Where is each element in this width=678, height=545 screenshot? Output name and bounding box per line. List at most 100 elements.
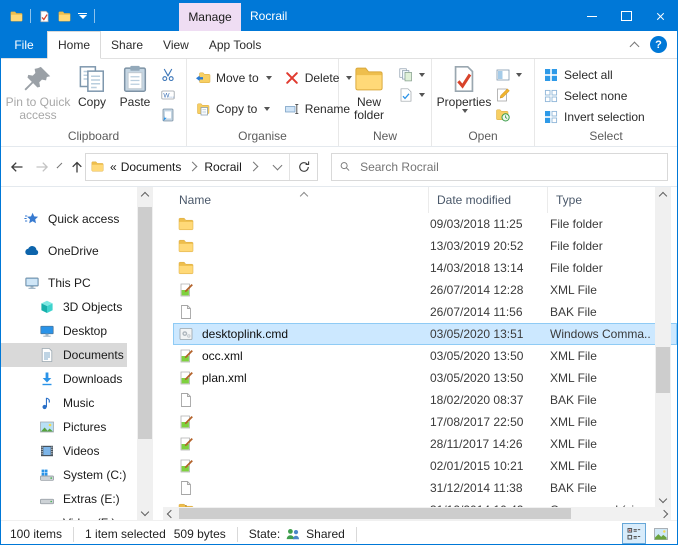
sidebar-item-label: System (C:) (63, 468, 126, 482)
sidebar-item[interactable]: Quick access (1, 207, 127, 231)
history-icon (495, 107, 511, 123)
file-row[interactable]: 26/07/2014 12:28 XML File (173, 279, 677, 301)
sidebar-item[interactable]: Music (1, 391, 127, 415)
scrollbar-thumb[interactable] (179, 508, 571, 519)
scrollbar-thumb[interactable] (138, 207, 152, 439)
open-button[interactable] (492, 65, 525, 84)
breadcrumb-separator-icon[interactable] (244, 163, 263, 170)
folder-icon[interactable] (58, 10, 71, 23)
history-button[interactable] (492, 105, 525, 124)
up-button[interactable] (69, 159, 85, 175)
customize-toolbar-icon[interactable] (78, 13, 87, 20)
maximize-button[interactable] (609, 1, 643, 31)
select-all-button[interactable]: Select all (539, 64, 617, 85)
column-header-name[interactable]: Name (153, 187, 429, 213)
file-icon (178, 260, 194, 276)
thumbnail-view-button[interactable] (649, 523, 673, 544)
minimize-ribbon-icon[interactable] (630, 41, 640, 51)
back-button[interactable] (9, 159, 25, 175)
invert-selection-button[interactable]: Invert selection (539, 106, 649, 127)
file-row[interactable]: 18/02/2020 08:37 BAK File (173, 389, 677, 411)
details-view-button[interactable] (622, 523, 646, 544)
scroll-right-icon[interactable] (656, 507, 671, 520)
list-horizontal-scrollbar[interactable] (163, 507, 671, 520)
select-none-button[interactable]: Select none (539, 85, 631, 106)
file-row[interactable]: 14/03/2018 13:14 File folder (173, 257, 677, 279)
breadcrumb-overflow[interactable]: « (108, 160, 119, 174)
forward-button[interactable] (34, 159, 50, 175)
sidebar-item[interactable]: Documents (1, 343, 127, 367)
sidebar-item[interactable]: Extras (E:) (1, 487, 127, 511)
refresh-button[interactable] (290, 154, 317, 180)
breadcrumb-separator-icon[interactable] (183, 163, 202, 170)
new-item-button[interactable] (395, 65, 428, 84)
organise-group-label: Organise (187, 127, 338, 146)
close-button[interactable] (643, 1, 677, 31)
new-folder-button[interactable]: New folder (343, 61, 395, 122)
list-vertical-scrollbar[interactable] (655, 187, 671, 507)
file-row[interactable]: 13/03/2019 20:52 File folder (173, 235, 677, 257)
tab-file[interactable]: File (1, 31, 47, 58)
paste-shortcut-button[interactable] (157, 105, 179, 124)
minimize-button[interactable] (575, 1, 609, 31)
scroll-down-icon[interactable] (655, 492, 671, 507)
search-input[interactable] (358, 159, 660, 175)
tab-home[interactable]: Home (47, 31, 101, 59)
sidebar-item[interactable]: 3D Objects (1, 295, 127, 319)
breadcrumb-rocrail[interactable]: Rocrail (202, 160, 243, 174)
scrollbar-thumb[interactable] (656, 347, 670, 393)
edit-button[interactable] (492, 85, 525, 104)
sidebar-item[interactable]: Video (F:) (1, 511, 127, 520)
file-row[interactable]: occ.xml 03/05/2020 13:50 XML File (173, 345, 677, 367)
copy-to-button[interactable]: Copy to (191, 98, 276, 120)
tab-app-tools[interactable]: App Tools (199, 31, 271, 58)
divider (237, 527, 238, 542)
select-none-icon (543, 88, 559, 104)
file-row[interactable]: 09/03/2018 11:25 File folder (173, 213, 677, 235)
sidebar-item[interactable]: Videos (1, 439, 127, 463)
file-row[interactable]: 26/07/2014 11:56 BAK File (173, 301, 677, 323)
scroll-up-icon[interactable] (137, 187, 153, 202)
scroll-down-icon[interactable] (137, 505, 153, 520)
address-bar[interactable]: « Documents Rocrail (85, 153, 318, 181)
folder-icon[interactable] (10, 10, 23, 23)
move-to-button[interactable]: Move to (191, 67, 276, 89)
tab-view[interactable]: View (153, 31, 199, 58)
cut-button[interactable] (157, 65, 179, 84)
file-rows: 09/03/2018 11:25 File folder 13/03/2019 … (153, 213, 677, 520)
file-name: occ.xml (202, 349, 243, 363)
breadcrumb-documents[interactable]: Documents (119, 160, 184, 174)
pin-to-quick-access-button[interactable]: Pin to Quick access (5, 61, 71, 122)
help-icon[interactable]: ? (650, 36, 667, 53)
sidebar-scrollbar[interactable] (137, 187, 153, 520)
file-row[interactable]: 17/08/2017 22:50 XML File (173, 411, 677, 433)
sidebar-item[interactable]: Desktop (1, 319, 127, 343)
paste-button[interactable]: Paste (113, 61, 157, 109)
file-row[interactable]: plan.xml 03/05/2020 13:50 XML File (173, 367, 677, 389)
file-row[interactable]: 28/11/2017 14:26 XML File (173, 433, 677, 455)
file-row[interactable]: desktoplink.cmd 03/05/2020 13:51 Windows… (173, 323, 677, 345)
copy-button[interactable]: Copy (71, 61, 113, 109)
scroll-left-icon[interactable] (163, 507, 178, 520)
easy-access-button[interactable] (395, 85, 428, 104)
file-date-modified: 31/12/2014 11:38 (430, 481, 550, 495)
sidebar-item[interactable]: System (C:) (1, 463, 127, 487)
scroll-up-icon[interactable] (655, 187, 671, 202)
recent-locations-icon[interactable] (57, 163, 63, 169)
copy-path-button[interactable] (157, 85, 179, 104)
select-all-icon (543, 67, 559, 83)
file-row[interactable]: 31/12/2014 11:38 BAK File (173, 477, 677, 499)
column-header-date-modified[interactable]: Date modified (429, 187, 548, 213)
tab-share[interactable]: Share (101, 31, 153, 58)
file-row[interactable]: 02/01/2015 10:21 XML File (173, 455, 677, 477)
file-icon (178, 348, 194, 364)
sidebar-item[interactable]: This PC (1, 271, 127, 295)
properties-check-icon[interactable] (38, 10, 51, 23)
properties-button[interactable]: Properties (436, 61, 492, 113)
dropdown-caret-icon (264, 107, 270, 111)
sidebar-item[interactable]: Downloads (1, 367, 127, 391)
address-dropdown-icon[interactable] (266, 160, 289, 174)
sidebar-item[interactable]: Pictures (1, 415, 127, 439)
sidebar-item[interactable]: OneDrive (1, 239, 127, 263)
tab-manage[interactable]: Manage (179, 3, 241, 31)
